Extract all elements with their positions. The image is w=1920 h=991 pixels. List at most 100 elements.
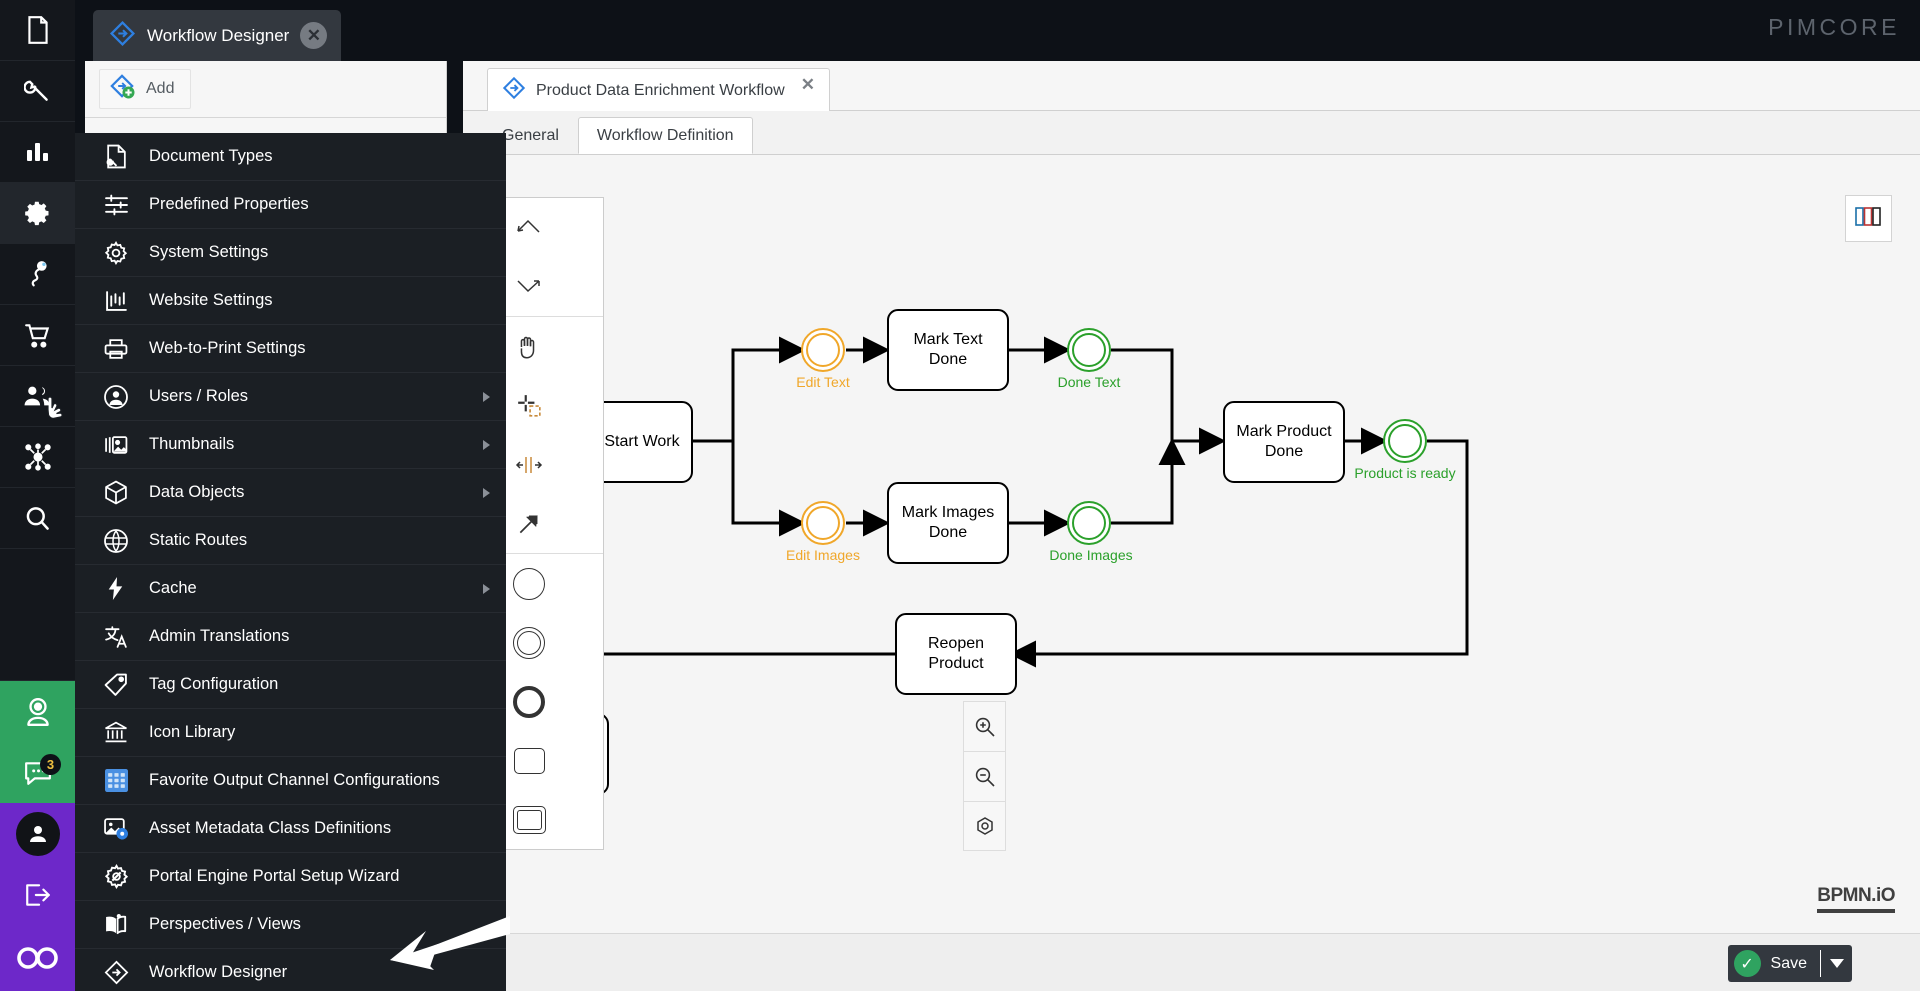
zoom-in-button[interactable] [963,701,1006,751]
menu-item-users-roles[interactable]: Users / Roles [75,373,506,421]
bpmn-node-done-text[interactable] [1067,328,1111,372]
menu-item-favorite-output-channel-configurations[interactable]: Favorite Output Channel Configurations [75,757,506,805]
bpmn-node-mark-images-done[interactable]: Mark Images Done [887,482,1009,564]
workflow-icon [502,76,526,105]
palette-group-tools [504,317,603,554]
logout-icon [24,882,52,908]
end-event-icon[interactable] [504,672,554,731]
sidebar-item-settings[interactable] [0,183,75,419]
avatar [15,811,60,856]
hand-tool-icon[interactable] [504,317,554,376]
sidebar-item-ecommerce[interactable] [0,305,75,366]
chevron-down-icon[interactable] [1821,959,1852,968]
workflow-list-toolbar: Add [85,61,446,118]
bpmn-node-edit-text[interactable] [801,328,845,372]
connect-arrow-icon[interactable] [504,494,554,553]
bpmn-label-done-text: Done Text [1057,374,1121,390]
save-button-label: Save [1770,954,1807,972]
menu-item-label: Static Routes [149,531,248,549]
sidebar-item-documents[interactable] [0,0,75,61]
close-icon[interactable]: ✕ [300,22,328,49]
page-icon [25,15,51,45]
intermediate-event-icon[interactable] [504,613,554,672]
bpmn-node-start-work[interactable]: Start Work [591,401,693,483]
bpmn-node-reopen-product[interactable]: Reopen Product [895,613,1017,695]
sidebar-item-reports[interactable] [0,122,75,183]
menu-item-portal-engine-portal-setup-wizard[interactable]: Portal Engine Portal Setup Wizard [75,853,506,901]
search-icon [24,505,51,532]
menu-item-icon-library[interactable]: Icon Library [75,709,506,757]
nodes-icon [24,443,52,471]
menu-item-cache[interactable]: Cache [75,565,506,613]
sidebar-item-search[interactable] [0,488,75,549]
zoom-out-button[interactable] [963,751,1006,801]
lasso-tool-icon[interactable] [504,198,554,257]
bpmn-node-done-images[interactable] [1067,501,1111,545]
asset-metadata-icon [103,817,129,840]
task-icon[interactable] [504,731,554,790]
cube-icon [103,480,129,505]
bpmn-node-mark-product-done[interactable]: Mark Product Done [1223,401,1345,483]
menu-item-label: Web-to-Print Settings [149,339,306,357]
menu-item-document-types[interactable]: Document Types [75,133,506,181]
add-workflow-button[interactable]: Add [99,69,192,109]
top-bar: Workflow Designer ✕ PIMCORE [75,0,1920,61]
menu-item-label: Favorite Output Channel Configurations [149,771,440,789]
zoom-reset-button[interactable] [963,801,1006,851]
sidebar-item-customers[interactable] [0,366,75,427]
menu-item-label: Workflow Designer [149,963,288,981]
sidebar-item-logout[interactable] [0,864,75,925]
tab-workflow-definition[interactable]: Workflow Definition [577,117,753,154]
menu-item-admin-translations[interactable]: Admin Translations [75,613,506,661]
menu-item-static-routes[interactable]: Static Routes [75,517,506,565]
menu-item-label: Data Objects [149,483,245,501]
bpmn-node-product-is-ready[interactable] [1383,419,1427,463]
menu-item-predefined-properties[interactable]: Predefined Properties [75,181,506,229]
settings-flyout-menu[interactable]: Document Types Predefined Properties Sys… [75,133,506,991]
menu-item-system-settings[interactable]: System Settings [75,229,506,277]
save-button[interactable]: ✓ Save [1727,945,1852,982]
menu-item-label: Document Types [149,147,273,165]
sidebar-item-chat[interactable]: 3 [0,742,75,803]
bpmn-node-mark-text-done[interactable]: Mark Text Done [887,309,1009,391]
menu-item-web-to-print-settings[interactable]: Web-to-Print Settings [75,325,506,373]
properties-panel-toggle-button[interactable] [1845,195,1892,242]
tab-workflow-designer[interactable]: Workflow Designer ✕ [93,10,342,61]
sidebar-item-assets[interactable] [0,61,75,122]
menu-item-website-settings[interactable]: Website Settings [75,277,506,325]
tab-product-data-enrichment-workflow[interactable]: Product Data Enrichment Workflow ✕ [487,68,830,112]
menu-item-tag-configuration[interactable]: Tag Configuration [75,661,506,709]
bpmn-canvas[interactable]: ToDo Start Work Edit Text Mark Text Done… [463,155,1920,991]
space-tool-icon[interactable] [504,257,554,316]
bpmn-io-watermark[interactable]: BPMN.iO [1817,885,1895,913]
close-icon[interactable]: ✕ [801,75,815,95]
sidebar-item-copilot[interactable] [0,681,75,742]
bpmn-node-edit-images[interactable] [801,501,845,545]
bpmn-palette[interactable] [503,197,604,850]
add-workflow-label: Add [146,80,175,97]
start-event-icon[interactable] [504,554,554,613]
menu-item-data-objects[interactable]: Data Objects [75,469,506,517]
global-connect-tool-icon[interactable] [504,435,554,494]
palette-group-shapes [504,554,603,849]
menu-item-label: Admin Translations [149,627,290,645]
create-selection-icon[interactable] [504,376,554,435]
menu-item-workflow-designer[interactable]: Workflow Designer [75,949,506,991]
sidebar-item-infinity[interactable] [0,925,75,991]
bar-chart-icon [25,140,51,164]
globe-icon [103,528,129,553]
bolt-icon [103,576,129,601]
sidebar-item-profile[interactable] [0,803,75,864]
sidebar-item-marketing[interactable] [0,244,75,305]
sliders-icon [103,194,129,216]
bpmn-label-edit-images: Edit Images [786,547,860,563]
menu-item-perspectives-views[interactable]: Perspectives / Views [75,901,506,949]
menu-item-asset-metadata-class-definitions[interactable]: Asset Metadata Class Definitions [75,805,506,853]
images-icon [103,434,129,456]
menu-item-thumbnails[interactable]: Thumbnails [75,421,506,469]
subprocess-icon[interactable] [504,790,554,849]
people-icon [23,384,52,408]
website-chart-icon [103,290,129,312]
printer-icon [103,338,129,360]
sidebar-item-datahub[interactable] [0,427,75,488]
